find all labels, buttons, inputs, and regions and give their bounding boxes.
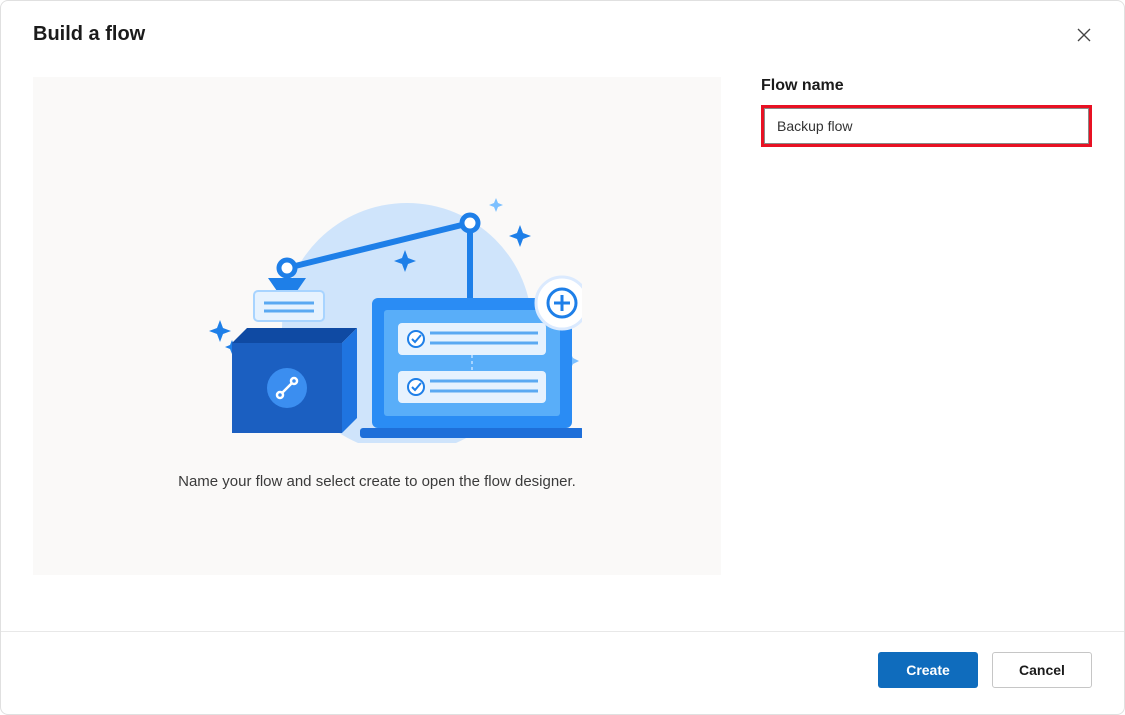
form-panel: Flow name bbox=[761, 77, 1092, 631]
flow-name-highlight bbox=[761, 105, 1092, 147]
dialog-body: Name your flow and select create to open… bbox=[1, 57, 1124, 631]
build-flow-dialog: Build a flow bbox=[0, 0, 1125, 715]
close-button[interactable] bbox=[1072, 23, 1096, 47]
dialog-title: Build a flow bbox=[33, 23, 145, 46]
flow-name-input[interactable] bbox=[764, 108, 1089, 144]
flow-name-label: Flow name bbox=[761, 77, 1092, 95]
dialog-footer: Create Cancel bbox=[1, 631, 1124, 714]
create-button[interactable]: Create bbox=[878, 652, 978, 688]
close-icon bbox=[1076, 27, 1092, 43]
flow-builder-illustration bbox=[172, 183, 582, 443]
illustration-caption: Name your flow and select create to open… bbox=[178, 473, 576, 490]
dialog-header: Build a flow bbox=[1, 1, 1124, 57]
cancel-button[interactable]: Cancel bbox=[992, 652, 1092, 688]
illustration-panel: Name your flow and select create to open… bbox=[33, 77, 721, 575]
